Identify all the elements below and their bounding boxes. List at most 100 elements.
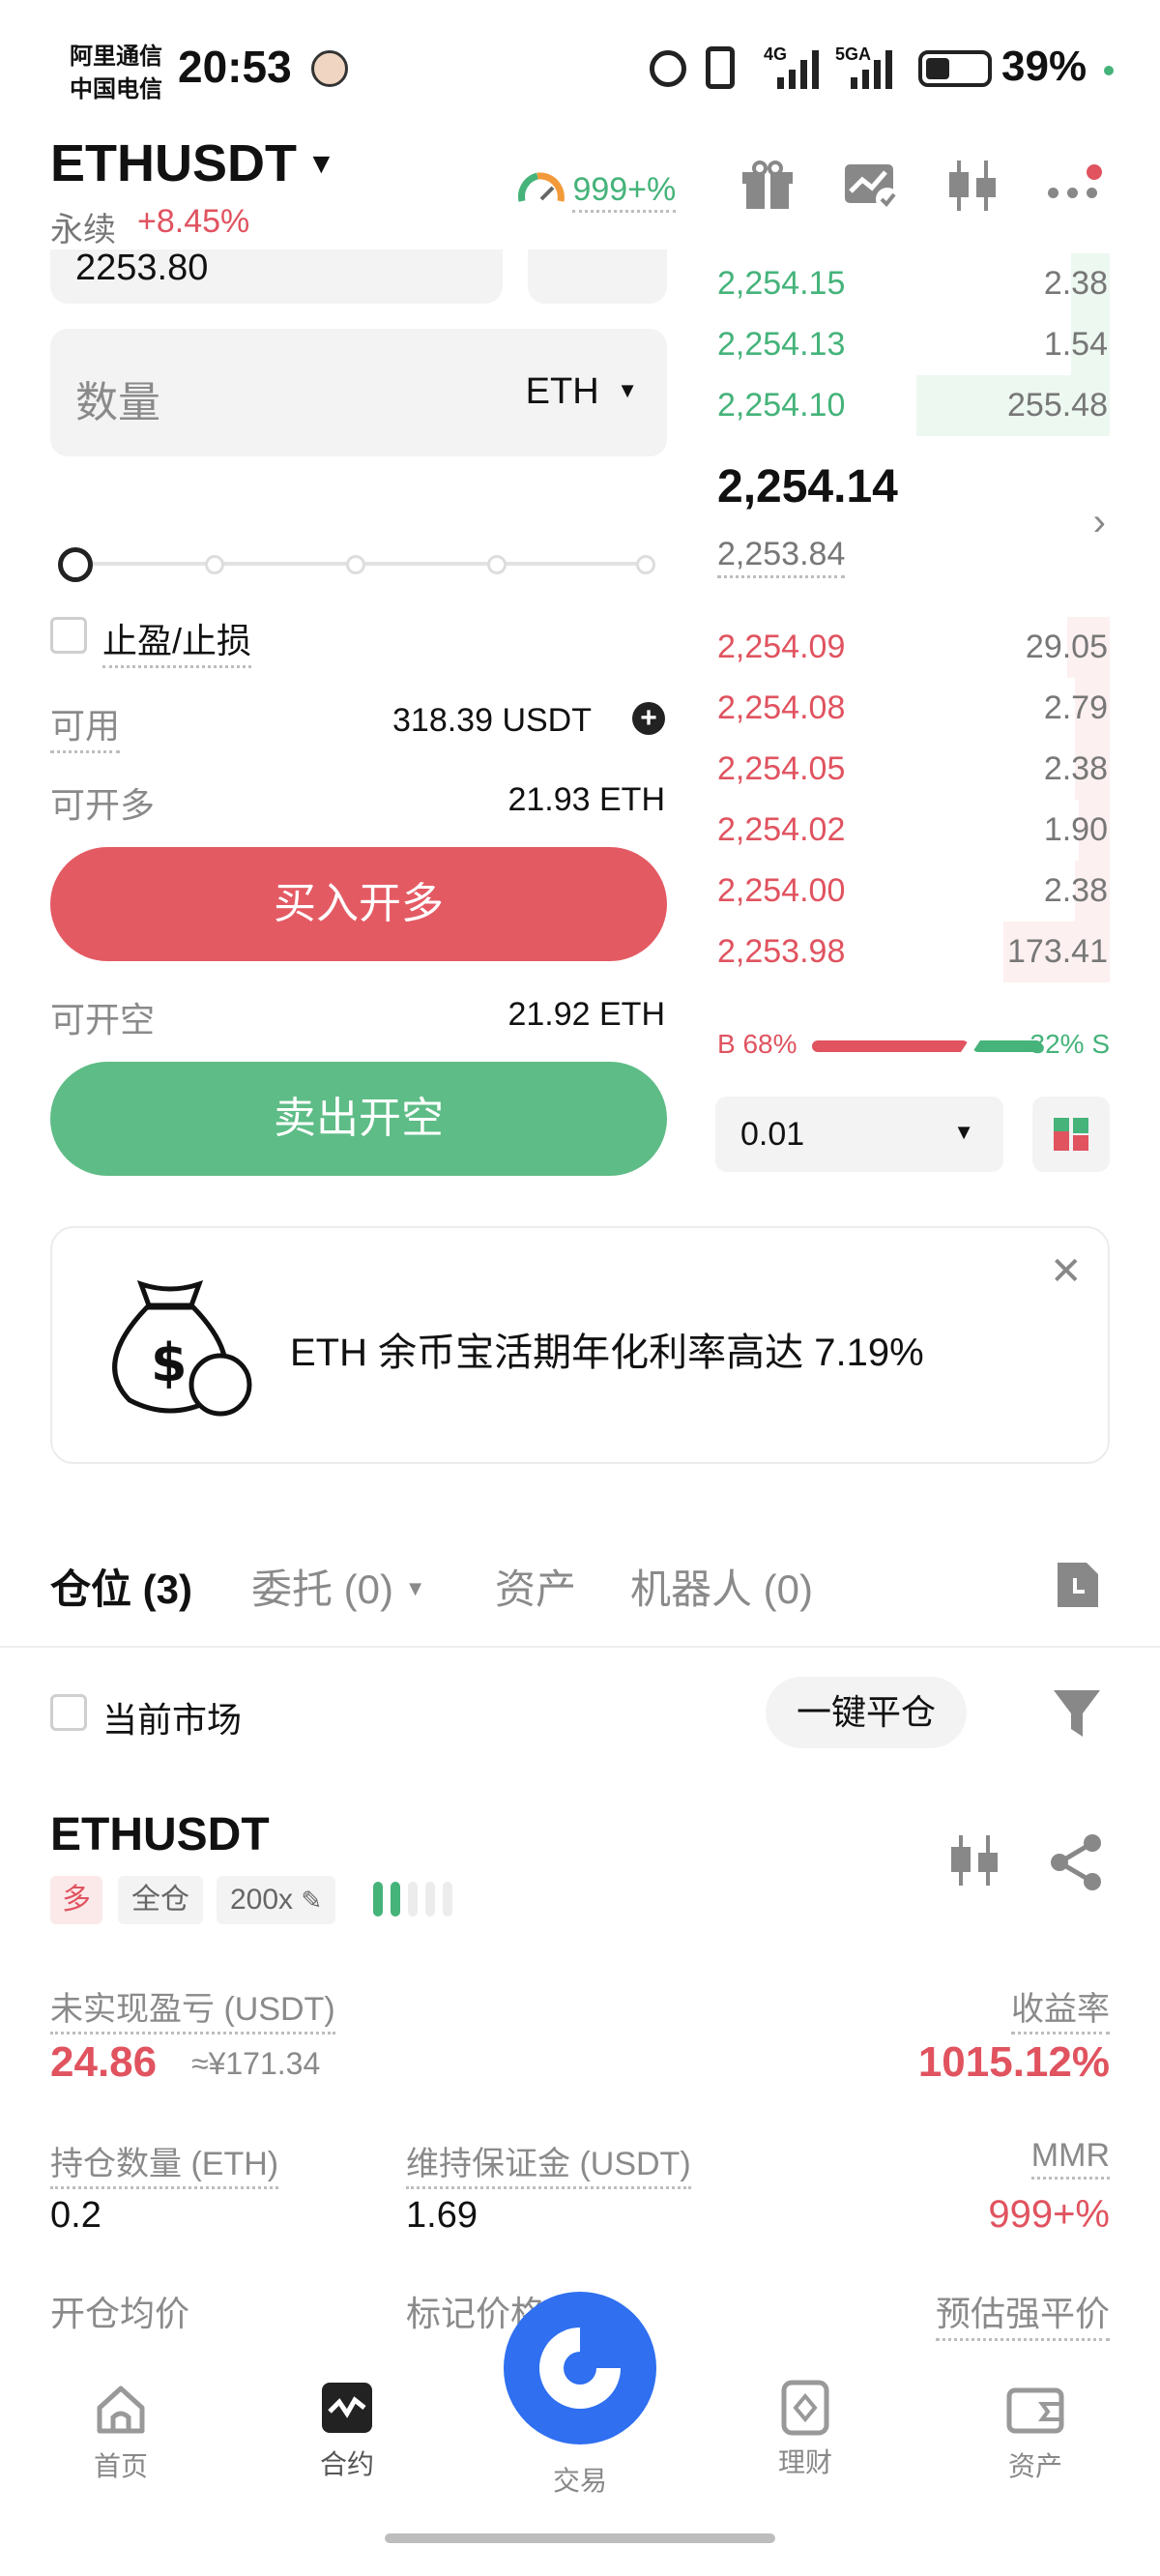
nav-futures[interactable]: 合约 xyxy=(294,2379,400,2482)
share-icon[interactable] xyxy=(1048,1833,1106,1891)
nav-trade[interactable]: 交易 xyxy=(503,2292,657,2499)
can-long-label: 可开多 xyxy=(50,785,156,825)
promo-banner[interactable]: $ ETH 余币宝活期年化利率高达 7.19% ✕ xyxy=(50,1226,1110,1464)
bid-qty: 29.05 xyxy=(1025,629,1108,665)
slider-dot-50[interactable] xyxy=(346,555,365,574)
slider-dot-25[interactable] xyxy=(205,555,224,574)
precision-select[interactable]: 0.01 ▼ xyxy=(715,1097,1003,1172)
bid-price: 2,254.02 xyxy=(717,811,846,848)
size-label: 持仓数量 (ETH) xyxy=(50,2137,279,2189)
bid-row[interactable]: 2,254.08 2.79 xyxy=(715,678,1110,739)
status-dot-icon xyxy=(1104,66,1114,75)
quantity-placeholder: 数量 xyxy=(75,379,160,426)
sell-short-button[interactable]: 卖出开空 xyxy=(50,1062,667,1176)
pair-selector[interactable]: ETHUSDT ▼ xyxy=(50,133,335,192)
tab-assets[interactable]: 资产 xyxy=(495,1557,576,1616)
add-funds-icon[interactable]: + xyxy=(632,702,665,735)
filter-icon[interactable] xyxy=(1052,1686,1102,1741)
clock: 20:53 xyxy=(178,42,292,92)
leverage-badge[interactable]: 200x ✎ xyxy=(217,1876,336,1924)
chart-check-icon[interactable] xyxy=(843,159,901,213)
battery-icon xyxy=(918,50,992,87)
roe-value: 1015.12% xyxy=(917,2038,1110,2086)
svg-text:$: $ xyxy=(151,1332,188,1393)
bid-row[interactable]: 2,254.09 29.05 xyxy=(715,617,1110,678)
close-all-button[interactable]: 一键平仓 xyxy=(766,1677,967,1748)
buy-long-button[interactable]: 买入开多 xyxy=(50,847,667,961)
gift-icon[interactable] xyxy=(740,159,795,213)
tpsl-checkbox[interactable] xyxy=(50,617,87,654)
vibrate-icon xyxy=(706,46,735,89)
risk-gauge[interactable]: 999+% xyxy=(514,162,677,213)
close-icon[interactable]: ✕ xyxy=(1050,1249,1083,1294)
chevron-right-icon[interactable]: › xyxy=(1093,501,1106,544)
mark-price[interactable]: 2,253.84 xyxy=(717,536,846,578)
nav-earn[interactable]: 理财 xyxy=(752,2379,858,2480)
candlestick-icon[interactable] xyxy=(945,159,1000,213)
candlestick-icon[interactable] xyxy=(947,1833,1001,1888)
nav-trade-label: 交易 xyxy=(552,2466,607,2496)
position-symbol[interactable]: ETHUSDT xyxy=(50,1808,270,1861)
upnl-value: 24.86 xyxy=(50,2038,158,2086)
more-icon[interactable] xyxy=(1046,164,1104,213)
orderbook: 2,254.15 2.38 2,254.13 1.54 2,254.10 255.48 2… xyxy=(715,253,1110,1211)
bid-price: 2,254.05 xyxy=(717,750,846,787)
trade-fab[interactable] xyxy=(504,2292,656,2444)
layout-icon xyxy=(1054,1118,1088,1151)
bid-row[interactable]: 2,254.05 2.38 xyxy=(715,739,1110,800)
tab-bots[interactable]: 机器人 (0) xyxy=(630,1557,813,1616)
bid-price: 2,254.09 xyxy=(717,629,846,665)
ask-row[interactable]: 2,254.15 2.38 xyxy=(715,253,1110,314)
tab-positions[interactable]: 仓位 (3) xyxy=(50,1557,192,1616)
quantity-unit-select[interactable]: ETH ▼ xyxy=(526,371,638,413)
pair-title: ETHUSDT xyxy=(50,134,297,192)
slider-dot-100[interactable] xyxy=(636,555,655,574)
tpsl-label[interactable]: 止盈/止损 xyxy=(102,613,252,668)
home-indicator xyxy=(385,2533,775,2543)
price-type-select[interactable] xyxy=(528,249,667,304)
can-short-value: 21.92 ETH xyxy=(508,996,665,1033)
close-all-label: 一键平仓 xyxy=(796,1692,936,1732)
bid-price: 2,253.98 xyxy=(717,933,846,970)
liq-price-label: 预估强平价 xyxy=(935,2286,1110,2341)
side-badge: 多 xyxy=(50,1876,102,1924)
current-market-checkbox[interactable] xyxy=(50,1694,87,1731)
edit-icon: ✎ xyxy=(301,1886,323,1915)
bid-row[interactable]: 2,253.98 173.41 xyxy=(715,922,1110,982)
bid-qty: 173.41 xyxy=(1007,933,1108,970)
slider-handle[interactable] xyxy=(58,547,93,582)
ask-qty: 2.38 xyxy=(1043,265,1108,302)
bid-qty: 2.38 xyxy=(1043,872,1108,909)
gauge-value: 999+% xyxy=(572,170,677,213)
tab-divider xyxy=(0,1646,1160,1648)
nav-home[interactable]: 首页 xyxy=(68,2383,174,2484)
carrier-1: 阿里通信 xyxy=(70,44,162,70)
ask-row[interactable]: 2,254.10 255.48 xyxy=(715,375,1110,436)
quantity-input[interactable]: 数量 ETH ▼ xyxy=(50,329,667,456)
history-doc-icon[interactable] xyxy=(1054,1559,1100,1611)
amount-slider[interactable] xyxy=(58,547,663,582)
gauge-icon xyxy=(518,172,565,202)
ask-row[interactable]: 2,254.13 1.54 xyxy=(715,314,1110,375)
bid-qty: 2.79 xyxy=(1043,689,1108,726)
ask-price: 2,254.13 xyxy=(717,326,846,363)
margin-mode-badge: 全仓 xyxy=(118,1876,203,1924)
bid-row[interactable]: 2,254.00 2.38 xyxy=(715,861,1110,922)
last-price: 2,254.14 xyxy=(717,461,898,512)
promo-text: ETH 余币宝活期年化利率高达 7.19% xyxy=(290,1332,924,1374)
current-market-label[interactable]: 当前市场 xyxy=(102,1692,242,1742)
nav-assets[interactable]: 资产 xyxy=(982,2383,1088,2484)
price-input[interactable]: 2253.80 xyxy=(50,249,503,304)
maint-margin-value: 1.69 xyxy=(406,2195,478,2236)
slider-dot-75[interactable] xyxy=(487,555,507,574)
signal-icon-2 xyxy=(851,50,892,89)
earn-icon xyxy=(781,2380,829,2436)
tab-orders[interactable]: 委托 (0) ▼ xyxy=(251,1557,425,1616)
mmr-value: 999+% xyxy=(988,2193,1110,2236)
depth-layout-button[interactable] xyxy=(1032,1097,1110,1172)
precision-value: 0.01 xyxy=(740,1116,805,1153)
carrier-2: 中国电信 xyxy=(70,76,162,102)
bid-row[interactable]: 2,254.02 1.90 xyxy=(715,800,1110,861)
avatar-icon xyxy=(311,50,348,87)
caret-down-icon: ▼ xyxy=(617,378,638,402)
